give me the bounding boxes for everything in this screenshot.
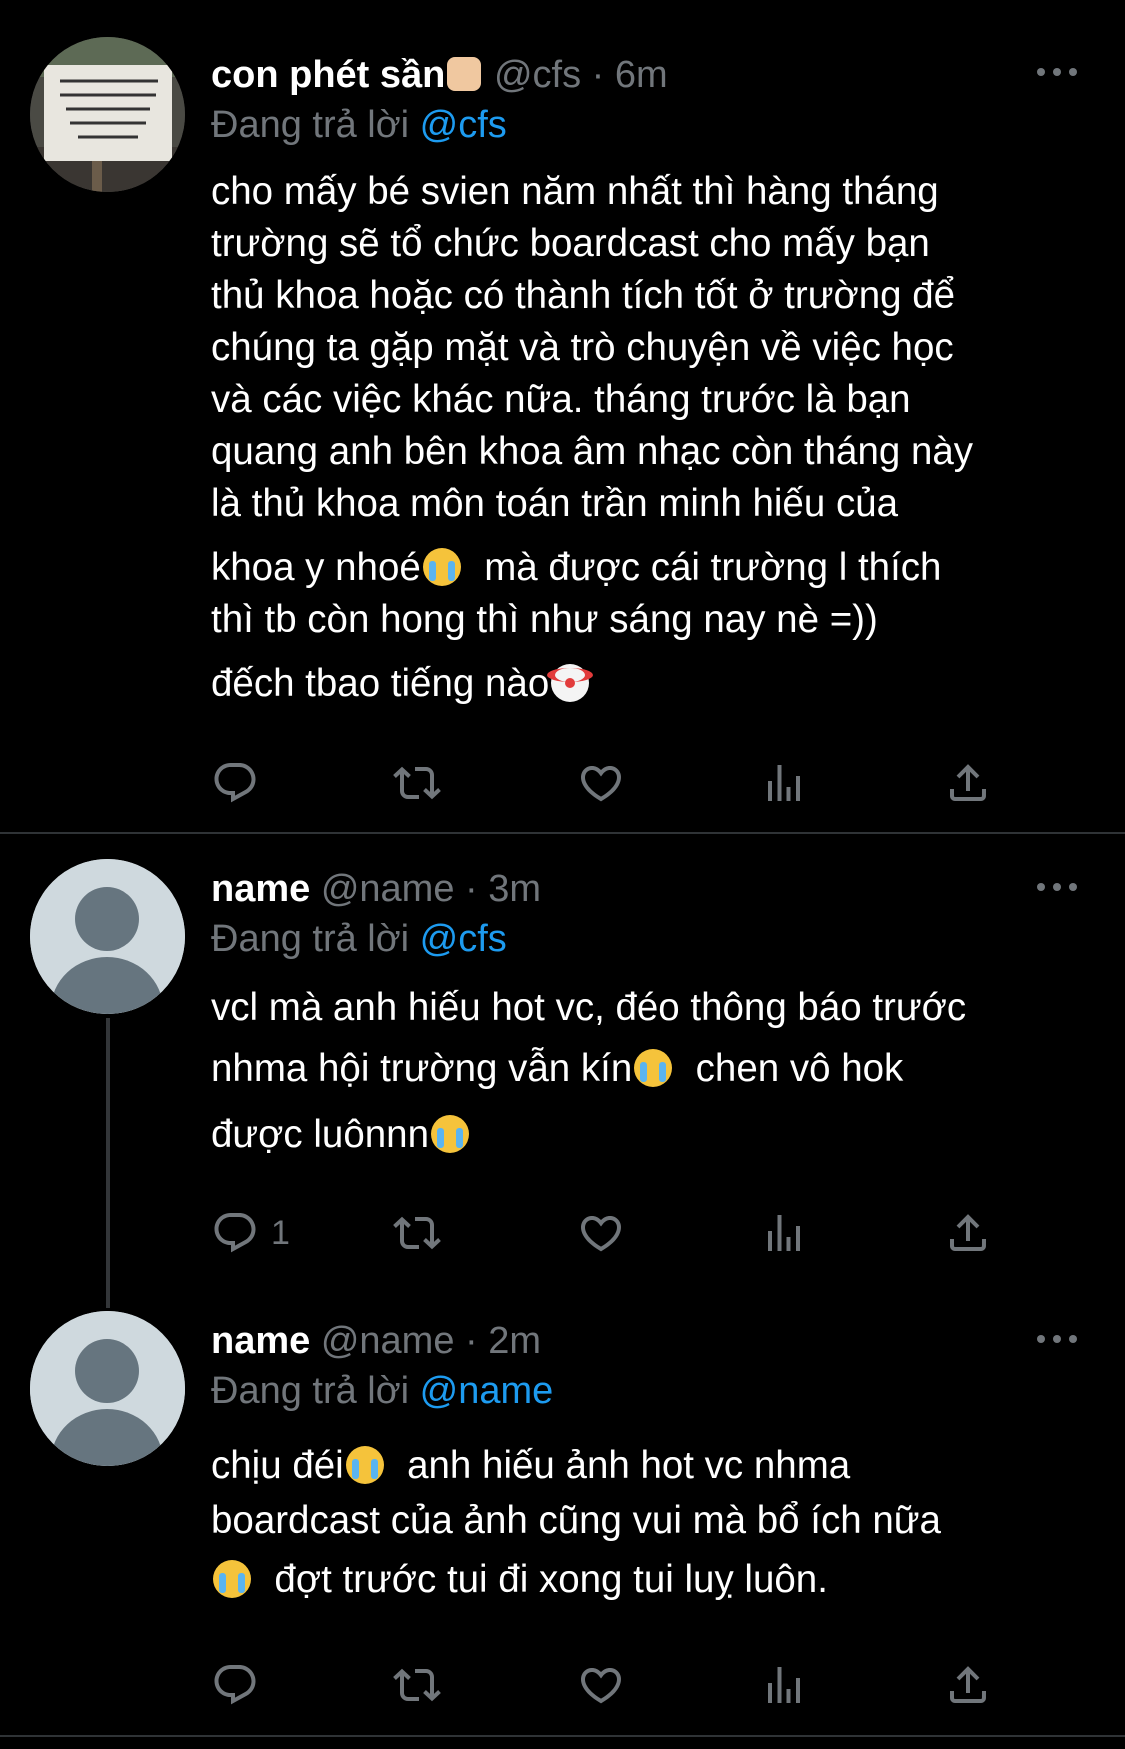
separator: ·: [581, 54, 615, 96]
tweet-text: chịu đéi anh hiếu ảnh hot vc nhma boardc…: [211, 1438, 1085, 1612]
views-button[interactable]: [760, 758, 808, 808]
heart-icon: [577, 759, 625, 807]
share-button[interactable]: [944, 1208, 992, 1258]
separator: ·: [454, 868, 489, 910]
text-line: thủ khoa hoặc có thành tích tốt ở trường…: [211, 274, 956, 317]
text-line: quang anh bên khoa âm nhạc còn tháng này: [211, 430, 974, 473]
avatar[interactable]: [30, 859, 185, 1014]
reply-to-link[interactable]: @name: [420, 1370, 554, 1412]
timestamp[interactable]: 3m: [488, 868, 541, 910]
separator: ·: [454, 1320, 489, 1362]
reply-button[interactable]: 1: [211, 1208, 290, 1258]
action-bar: 1: [211, 1208, 1011, 1258]
retweet-icon: [393, 1209, 441, 1257]
clown-emoji-icon: [547, 664, 594, 702]
tweet[interactable]: con phét sần @cfs · 6m Đang trả lời @cfs…: [0, 0, 1125, 832]
crying-emoji-icon: [422, 548, 461, 586]
tweet[interactable]: name @name · 3m Đang trả lời @cfs vcl mà…: [0, 834, 1125, 1308]
reply-count: 1: [271, 1213, 290, 1252]
crying-emoji-icon: [431, 1115, 469, 1153]
reply-prefix: Đang trả lời: [211, 918, 410, 960]
reply-icon: [211, 1661, 259, 1709]
retweet-button[interactable]: [393, 1208, 441, 1258]
text-line: vcl mà anh hiếu hot vc, đéo thông báo tr…: [211, 986, 967, 1029]
reply-button[interactable]: [211, 1660, 271, 1710]
like-button[interactable]: [577, 1208, 625, 1258]
action-bar: [211, 758, 1011, 808]
reply-icon: [211, 1209, 259, 1257]
share-button[interactable]: [944, 1660, 992, 1710]
more-options-icon[interactable]: [1037, 67, 1077, 77]
default-avatar-icon: [30, 859, 185, 1014]
heart-icon: [577, 1209, 625, 1257]
reply-icon: [211, 759, 259, 807]
display-name[interactable]: name: [211, 1320, 310, 1362]
views-icon: [760, 759, 808, 807]
reply-to-link[interactable]: @cfs: [420, 918, 507, 960]
thread-connector: [106, 1018, 110, 1308]
text-line: trường sẽ tổ chức boardcast cho mấy bạn: [211, 222, 930, 265]
tweet-header: con phét sần @cfs · 6m: [211, 50, 1085, 100]
fist-emoji-icon: [447, 57, 482, 91]
text-line: đợt trước tui đi xong tui luỵ luôn.: [211, 1548, 1085, 1612]
avatar[interactable]: [30, 37, 185, 192]
text-line: được luônnn: [211, 1102, 1085, 1168]
retweet-button[interactable]: [393, 758, 441, 808]
avatar[interactable]: [30, 1311, 185, 1466]
text-line: chúng ta gặp mặt và trò chuyện về việc h…: [211, 326, 954, 369]
text-line: cho mấy bé svien năm nhất thì hàng tháng: [211, 170, 939, 213]
reply-prefix: Đang trả lời: [211, 1370, 410, 1412]
tweet-feed: con phét sần @cfs · 6m Đang trả lời @cfs…: [0, 0, 1125, 1749]
like-button[interactable]: [577, 758, 625, 808]
divider: [0, 1735, 1125, 1737]
share-icon: [944, 759, 992, 807]
text-line: thì tb còn hong thì như sáng nay nè =)): [211, 598, 878, 641]
tweet-header: name @name · 2m: [211, 1316, 1085, 1366]
views-icon: [760, 1209, 808, 1257]
handle[interactable]: @cfs: [494, 54, 581, 96]
tweet-text: cho mấy bé svien năm nhất thì hàng tháng…: [211, 166, 1085, 710]
timestamp[interactable]: 2m: [488, 1320, 541, 1362]
text-line: khoa y nhoé mà được cái trường l thích: [211, 546, 942, 589]
retweet-button[interactable]: [393, 1660, 441, 1710]
text-line: boardcast của ảnh cũng vui mà bổ ích nữa: [211, 1499, 941, 1542]
retweet-icon: [393, 759, 441, 807]
reply-context: Đang trả lời @cfs: [211, 914, 1085, 964]
reply-prefix: Đang trả lời: [211, 104, 410, 146]
timestamp[interactable]: 6m: [615, 54, 668, 96]
views-button[interactable]: [760, 1660, 808, 1710]
handle[interactable]: @name: [321, 868, 455, 910]
tweet-header: name @name · 3m: [211, 864, 1085, 914]
share-icon: [944, 1661, 992, 1709]
avatar-image: [30, 37, 185, 192]
text-line: chịu đéi anh hiếu ảnh hot vc nhma: [211, 1444, 851, 1487]
crying-emoji-icon: [634, 1049, 673, 1087]
text-line: đếch tbao tiếng nào: [211, 658, 1085, 710]
crying-emoji-icon: [345, 1446, 384, 1484]
display-name[interactable]: con phét sần: [211, 54, 445, 96]
tweet[interactable]: name @name · 2m Đang trả lời @name chịu …: [0, 1304, 1125, 1734]
reply-context: Đang trả lời @name: [211, 1366, 1085, 1416]
more-options-icon[interactable]: [1037, 1334, 1077, 1344]
tweet-text: vcl mà anh hiếu hot vc, đéo thông báo tr…: [211, 980, 1085, 1168]
views-icon: [760, 1661, 808, 1709]
reply-to-link[interactable]: @cfs: [420, 104, 507, 146]
more-options-icon[interactable]: [1037, 882, 1077, 892]
default-avatar-icon: [30, 1311, 185, 1466]
display-name[interactable]: name: [211, 868, 310, 910]
like-button[interactable]: [577, 1660, 625, 1710]
handle[interactable]: @name: [321, 1320, 455, 1362]
text-line: nhma hội trường vẫn kín chen vô hok: [211, 1047, 904, 1090]
share-button[interactable]: [944, 758, 992, 808]
share-icon: [944, 1209, 992, 1257]
retweet-icon: [393, 1661, 441, 1709]
text-line: và các việc khác nữa. tháng trước là bạn: [211, 378, 911, 421]
text-line: là thủ khoa môn toán trần minh hiếu của: [211, 482, 899, 525]
crying-emoji-icon: [213, 1560, 251, 1598]
views-button[interactable]: [760, 1208, 808, 1258]
reply-button[interactable]: [211, 758, 271, 808]
heart-icon: [577, 1661, 625, 1709]
reply-context: Đang trả lời @cfs: [211, 100, 1085, 150]
action-bar: [211, 1660, 1011, 1710]
